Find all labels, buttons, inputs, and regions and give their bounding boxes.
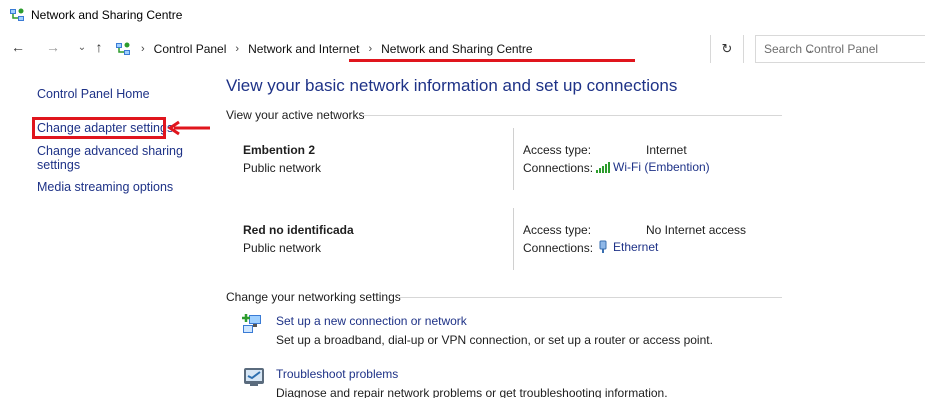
search-placeholder: Search Control Panel (764, 42, 879, 56)
breadcrumb-network-and-internet[interactable]: Network and Internet (248, 42, 359, 56)
breadcrumb-network-sharing-centre[interactable]: Network and Sharing Centre (381, 42, 532, 56)
ethernet-connection-name: Ethernet (613, 240, 659, 254)
access-type-value: No Internet access (646, 223, 747, 237)
new-connection-icon (242, 314, 261, 333)
red-underline-annotation (349, 59, 635, 62)
access-type-value: Internet (646, 143, 687, 157)
breadcrumb-control-panel[interactable]: Control Panel (154, 42, 227, 56)
refresh-icon: ↻ (721, 41, 733, 56)
search-input[interactable]: Search Control Panel (755, 35, 925, 63)
access-type-label: Access type: (523, 223, 592, 237)
red-arrow-icon (167, 120, 210, 136)
breadcrumb-separator: › (235, 43, 240, 55)
forward-button[interactable]: → (44, 39, 62, 55)
setup-new-connection-link[interactable]: Set up a new connection or network (276, 314, 467, 328)
network-type: Public network (243, 161, 322, 175)
connections-label: Connections: (523, 241, 594, 255)
networking-settings-header: Change your networking settings (226, 290, 401, 304)
wifi-signal-icon (596, 162, 610, 173)
access-type-label: Access type: (523, 143, 592, 157)
wifi-connection-link[interactable]: Wi-Fi (Embention) (595, 160, 710, 174)
title-bar: Network and Sharing Centre (0, 0, 925, 30)
red-highlight-box (32, 117, 166, 139)
control-panel-home-link[interactable]: Control Panel Home (37, 87, 150, 101)
troubleshoot-icon (244, 368, 264, 386)
network-divider (513, 208, 514, 270)
network-name: Embention 2 (243, 143, 316, 157)
troubleshoot-problems-description: Diagnose and repair network problems or … (276, 386, 668, 398)
change-advanced-sharing-settings-link[interactable]: Change advanced sharing settings (37, 144, 187, 172)
address-bar[interactable]: › Control Panel › Network and Internet ›… (115, 36, 813, 62)
setup-new-connection-description: Set up a broadband, dial-up or VPN conne… (276, 333, 713, 347)
connections-label: Connections: (523, 161, 594, 175)
page-title: View your basic network information and … (226, 76, 678, 95)
back-button[interactable]: ← (9, 39, 27, 55)
refresh-button[interactable]: ↻ (710, 35, 744, 63)
wifi-connection-name: Wi-Fi (Embention) (613, 160, 710, 174)
network-name: Red no identificada (243, 223, 354, 237)
media-streaming-options-link[interactable]: Media streaming options (37, 180, 173, 194)
network-divider (513, 128, 514, 190)
recent-locations-button[interactable]: ⌄ (73, 42, 91, 53)
section-divider (398, 297, 782, 298)
breadcrumb-separator: › (141, 43, 145, 55)
active-networks-header: View your active networks (226, 108, 365, 122)
ethernet-icon (599, 240, 607, 253)
up-button[interactable]: ↑ (90, 39, 108, 55)
network-sharing-icon (116, 42, 130, 55)
address-row: ← → ⌄ ↑ › Control Panel › Network and In… (0, 34, 925, 64)
breadcrumb-separator: › (368, 43, 373, 55)
network-sharing-icon (10, 8, 24, 21)
ethernet-connection-link[interactable]: Ethernet (595, 240, 658, 254)
troubleshoot-problems-link[interactable]: Troubleshoot problems (276, 367, 398, 381)
window-title: Network and Sharing Centre (31, 8, 183, 22)
network-type: Public network (243, 241, 322, 255)
section-divider (362, 115, 782, 116)
